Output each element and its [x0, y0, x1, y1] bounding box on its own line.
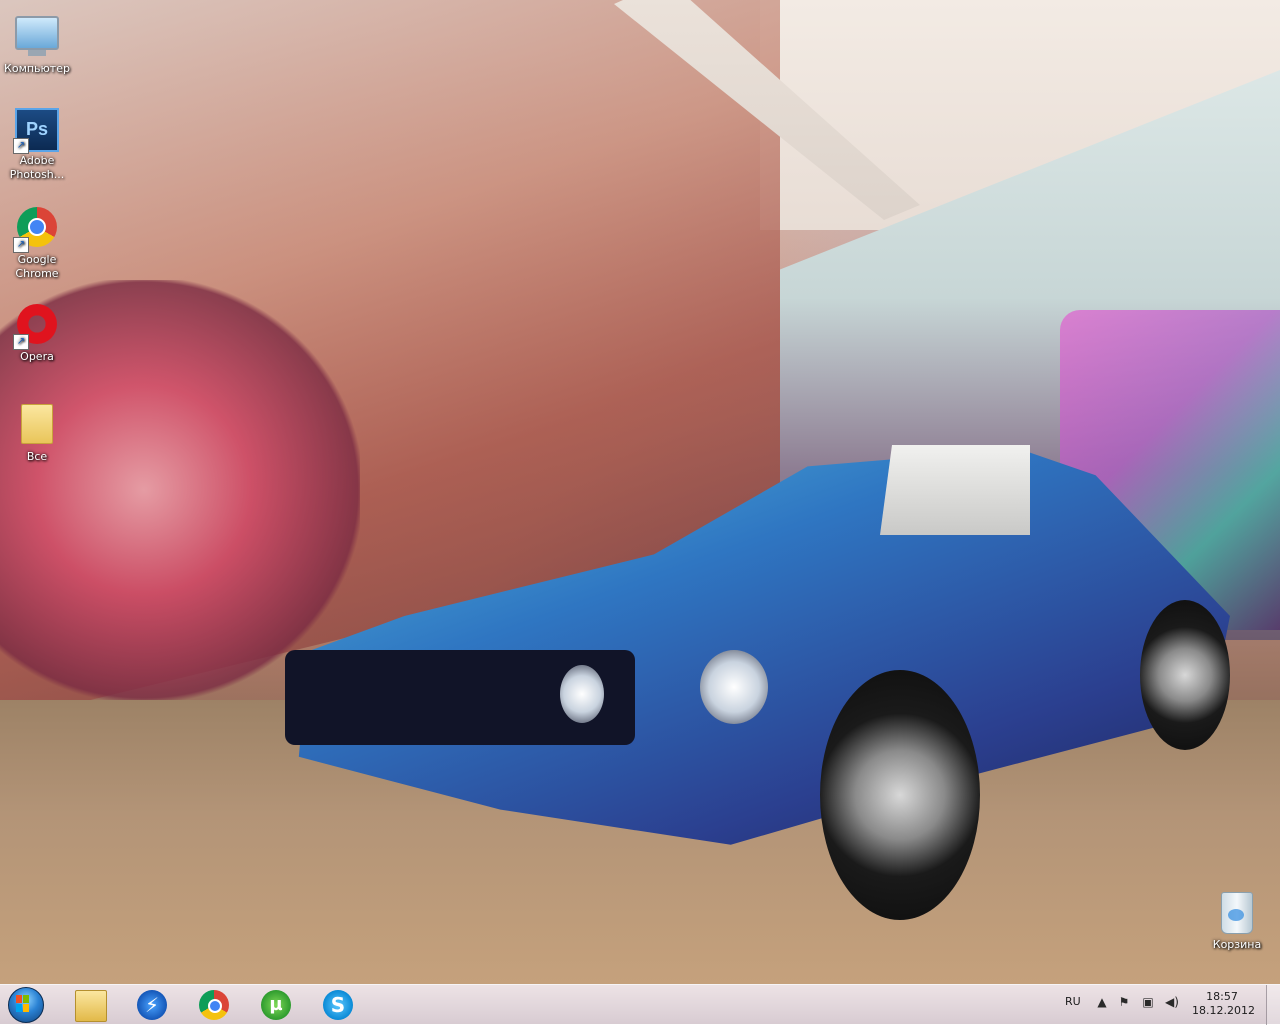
desktop-icon-label: Компьютер	[4, 62, 70, 75]
chrome-icon	[199, 990, 229, 1020]
desktop-icon-label: Корзина	[1212, 938, 1262, 951]
desktop-icon-label: Opera	[20, 350, 54, 363]
desktop-icon-computer[interactable]: Компьютер	[0, 10, 74, 76]
skype-icon: S	[323, 990, 353, 1020]
taskbar: ⚡ µ S RU ▲ ⚑ ▣ ◀) 18:57 18.12.2012	[0, 984, 1280, 1025]
windows-flag-icon	[16, 995, 29, 1013]
wallpaper-car-headlight	[700, 650, 768, 724]
desktop-icon-label: Google Chrome	[15, 253, 59, 280]
desktop-icon-photoshop[interactable]: Ps ↗ Adobe Photosh...	[0, 106, 74, 182]
chrome-icon: ↗	[13, 207, 59, 253]
wallpaper-car-wheel	[820, 670, 980, 920]
desktop-icon-label: Все	[26, 450, 48, 463]
shortcut-arrow-icon: ↗	[13, 334, 29, 350]
desktop-icon-folder[interactable]: Все	[0, 400, 74, 464]
wallpaper-car-window	[880, 445, 1030, 535]
folder-icon	[15, 404, 59, 448]
desktop-icon-recycle-bin[interactable]: Корзина	[1200, 890, 1274, 952]
chevron-up-icon[interactable]: ▲	[1094, 994, 1110, 1010]
desktop-icon-chrome[interactable]: ↗ Google Chrome	[0, 205, 74, 281]
taskbar-pin-skype[interactable]: S	[310, 987, 366, 1023]
language-indicator[interactable]: RU	[1065, 995, 1081, 1008]
desktop-icon-opera[interactable]: ↗ Opera	[0, 302, 74, 364]
taskbar-pin-windows-explorer[interactable]	[62, 987, 118, 1023]
wallpaper-car-wheel	[1140, 600, 1230, 750]
network-icon[interactable]: ▣	[1140, 994, 1156, 1010]
utorrent-icon: µ	[261, 990, 291, 1020]
opera-icon: ↗	[13, 304, 59, 350]
clock-time: 18:57	[1206, 990, 1238, 1003]
recycle-bin-icon	[1215, 892, 1259, 936]
taskbar-pin-google-chrome[interactable]	[186, 987, 242, 1023]
shortcut-arrow-icon: ↗	[13, 138, 29, 154]
taskbar-pin-utorrent[interactable]: µ	[248, 987, 304, 1023]
action-center-flag-icon[interactable]: ⚑	[1116, 994, 1132, 1010]
folder-icon	[75, 990, 107, 1022]
shortcut-arrow-icon: ↗	[13, 237, 29, 253]
clock-date: 18.12.2012	[1192, 1004, 1255, 1017]
desktop-icon-label: Adobe Photosh...	[9, 154, 65, 181]
taskbar-pin-thunder[interactable]: ⚡	[124, 987, 180, 1023]
wallpaper-car-headlight	[560, 665, 604, 723]
show-desktop-button[interactable]	[1266, 985, 1280, 1025]
start-button[interactable]	[4, 986, 50, 1024]
system-clock[interactable]: 18:57 18.12.2012	[1192, 990, 1255, 1018]
desktop-wallpaper: Компьютер Ps ↗ Adobe Photosh... ↗ Google…	[0, 0, 1280, 984]
lightning-icon: ⚡	[137, 990, 167, 1020]
photoshop-icon: Ps ↗	[13, 108, 59, 154]
volume-icon[interactable]: ◀)	[1164, 994, 1180, 1010]
computer-icon	[15, 16, 59, 60]
